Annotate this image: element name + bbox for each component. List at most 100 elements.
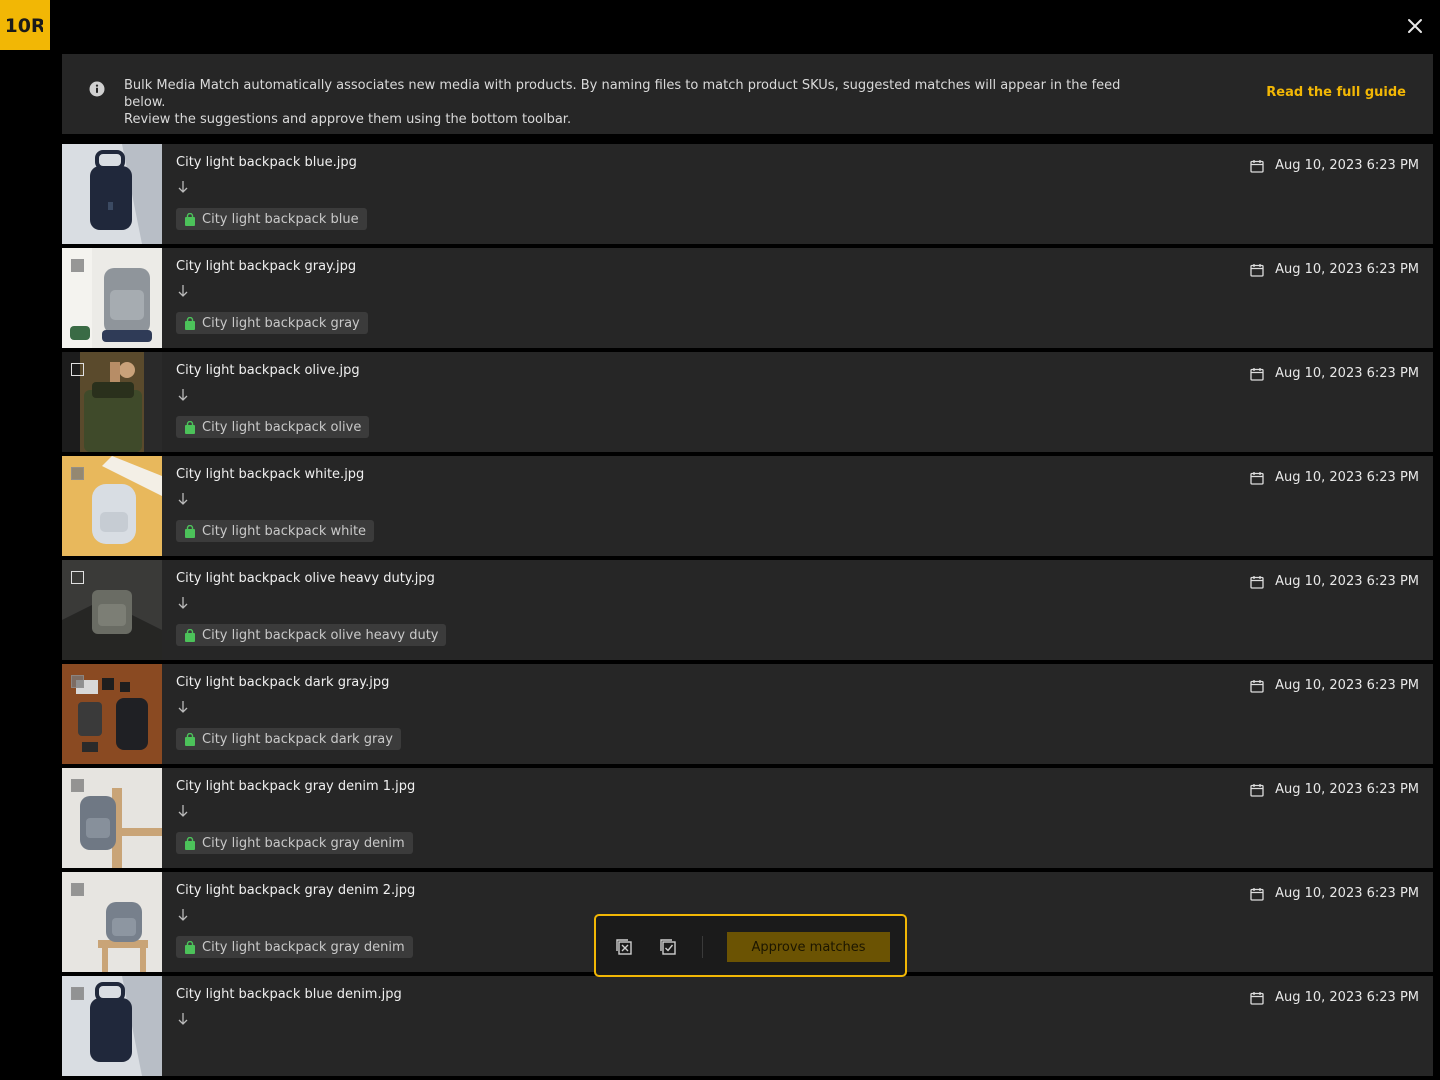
thumbnail[interactable] [62, 976, 162, 1076]
thumbnail[interactable] [62, 872, 162, 972]
matched-product-tag[interactable]: City light backpack olive [176, 416, 370, 438]
banner-message-line2: Review the suggestions and approve them … [124, 112, 572, 127]
thumbnail[interactable] [62, 352, 162, 452]
upload-date: Aug 10, 2023 6:23 PM [1250, 886, 1419, 901]
date-text: Aug 10, 2023 6:23 PM [1275, 262, 1419, 277]
list-item[interactable]: City light backpack gray denim 1.jpg Cit… [62, 768, 1433, 868]
banner-message-line1: Bulk Media Match automatically associate… [124, 78, 1121, 110]
arrow-down-icon [178, 805, 188, 817]
upload-date: Aug 10, 2023 6:23 PM [1250, 990, 1419, 1005]
thumbnail[interactable] [62, 664, 162, 764]
matched-product-tag[interactable]: City light backpack blue [176, 208, 367, 230]
deselect-all-icon [616, 939, 632, 955]
calendar-icon [1250, 679, 1264, 693]
product-name: City light backpack olive heavy duty [202, 627, 439, 643]
thumbnail[interactable] [62, 560, 162, 660]
matched-product-tag[interactable]: City light backpack white [176, 520, 375, 542]
list-item[interactable]: City light backpack white.jpg City light… [62, 456, 1433, 556]
product-name: City light backpack olive [202, 419, 362, 435]
list-item[interactable]: City light backpack olive.jpg City light… [62, 352, 1433, 452]
select-checkbox[interactable] [71, 675, 84, 688]
list-item[interactable]: City light backpack blue.jpg City light … [62, 144, 1433, 244]
thumbnail[interactable] [62, 248, 162, 348]
product-name: City light backpack dark gray [202, 731, 393, 747]
select-checkbox[interactable] [71, 467, 84, 480]
list-item[interactable]: City light backpack dark gray.jpg City l… [62, 664, 1433, 764]
upload-date: Aug 10, 2023 6:23 PM [1250, 470, 1419, 485]
file-name: City light backpack olive.jpg [176, 363, 360, 378]
file-name: City light backpack blue.jpg [176, 155, 357, 170]
date-text: Aug 10, 2023 6:23 PM [1275, 782, 1419, 797]
product-name: City light backpack gray [202, 315, 360, 331]
upload-date: Aug 10, 2023 6:23 PM [1250, 262, 1419, 277]
product-name: City light backpack blue [202, 211, 359, 227]
file-name: City light backpack blue denim.jpg [176, 987, 402, 1002]
select-checkbox[interactable] [71, 259, 84, 272]
matched-product-tag[interactable]: City light backpack gray [176, 312, 368, 334]
calendar-icon [1250, 991, 1264, 1005]
select-checkbox[interactable] [71, 883, 84, 896]
arrow-down-icon [178, 701, 188, 713]
date-text: Aug 10, 2023 6:23 PM [1275, 678, 1419, 693]
list-item[interactable]: City light backpack blue denim.jpg Aug 1… [62, 976, 1433, 1076]
read-guide-link[interactable]: Read the full guide [1266, 85, 1406, 100]
bulk-action-toolbar: Approve matches [594, 914, 907, 977]
shopping-bag-icon [184, 316, 196, 330]
info-banner: Bulk Media Match automatically associate… [62, 54, 1433, 134]
arrow-down-icon [178, 389, 188, 401]
file-name: City light backpack gray denim 1.jpg [176, 779, 416, 794]
svg-text:10R: 10R [7, 15, 43, 37]
date-text: Aug 10, 2023 6:23 PM [1275, 470, 1419, 485]
close-button[interactable] [1403, 14, 1427, 38]
file-name: City light backpack white.jpg [176, 467, 365, 482]
calendar-icon [1250, 783, 1264, 797]
date-text: Aug 10, 2023 6:23 PM [1275, 158, 1419, 173]
select-checkbox[interactable] [71, 363, 84, 376]
thumbnail[interactable] [62, 456, 162, 556]
matched-product-tag[interactable]: City light backpack gray denim [176, 832, 413, 854]
calendar-icon [1250, 159, 1264, 173]
select-all-button[interactable] [658, 937, 678, 957]
shopping-bag-icon [184, 940, 196, 954]
file-name: City light backpack olive heavy duty.jpg [176, 571, 435, 586]
product-name: City light backpack white [202, 523, 367, 539]
shopping-bag-icon [184, 732, 196, 746]
list-item[interactable]: City light backpack olive heavy duty.jpg… [62, 560, 1433, 660]
select-checkbox[interactable] [71, 987, 84, 1000]
shopping-bag-icon [184, 628, 196, 642]
select-checkbox[interactable] [71, 571, 84, 584]
calendar-icon [1250, 471, 1264, 485]
banner-message: Bulk Media Match automatically associate… [124, 77, 1164, 128]
file-name: City light backpack dark gray.jpg [176, 675, 390, 690]
date-text: Aug 10, 2023 6:23 PM [1275, 886, 1419, 901]
arrow-down-icon [178, 909, 188, 921]
app-logo[interactable]: 10R [0, 0, 50, 50]
upload-date: Aug 10, 2023 6:23 PM [1250, 678, 1419, 693]
approve-matches-button[interactable]: Approve matches [727, 932, 890, 962]
arrow-down-icon [178, 493, 188, 505]
calendar-icon [1250, 263, 1264, 277]
arrow-down-icon [178, 181, 188, 193]
date-text: Aug 10, 2023 6:23 PM [1275, 574, 1419, 589]
matched-product-tag[interactable]: City light backpack gray denim [176, 936, 413, 958]
arrow-down-icon [178, 285, 188, 297]
file-name: City light backpack gray.jpg [176, 259, 357, 274]
select-all-icon [660, 939, 676, 955]
list-item[interactable]: City light backpack gray.jpg City light … [62, 248, 1433, 348]
info-icon [89, 81, 105, 97]
thumbnail[interactable] [62, 144, 162, 244]
upload-date: Aug 10, 2023 6:23 PM [1250, 574, 1419, 589]
product-name: City light backpack gray denim [202, 939, 405, 955]
calendar-icon [1250, 367, 1264, 381]
select-checkbox[interactable] [71, 779, 84, 792]
date-text: Aug 10, 2023 6:23 PM [1275, 990, 1419, 1005]
calendar-icon [1250, 575, 1264, 589]
matched-product-tag[interactable]: City light backpack dark gray [176, 728, 401, 750]
product-name: City light backpack gray denim [202, 835, 405, 851]
deselect-all-button[interactable] [614, 937, 634, 957]
toolbar-divider [702, 936, 703, 958]
shopping-bag-icon [184, 212, 196, 226]
shopping-bag-icon [184, 524, 196, 538]
matched-product-tag[interactable]: City light backpack olive heavy duty [176, 624, 447, 646]
thumbnail[interactable] [62, 768, 162, 868]
